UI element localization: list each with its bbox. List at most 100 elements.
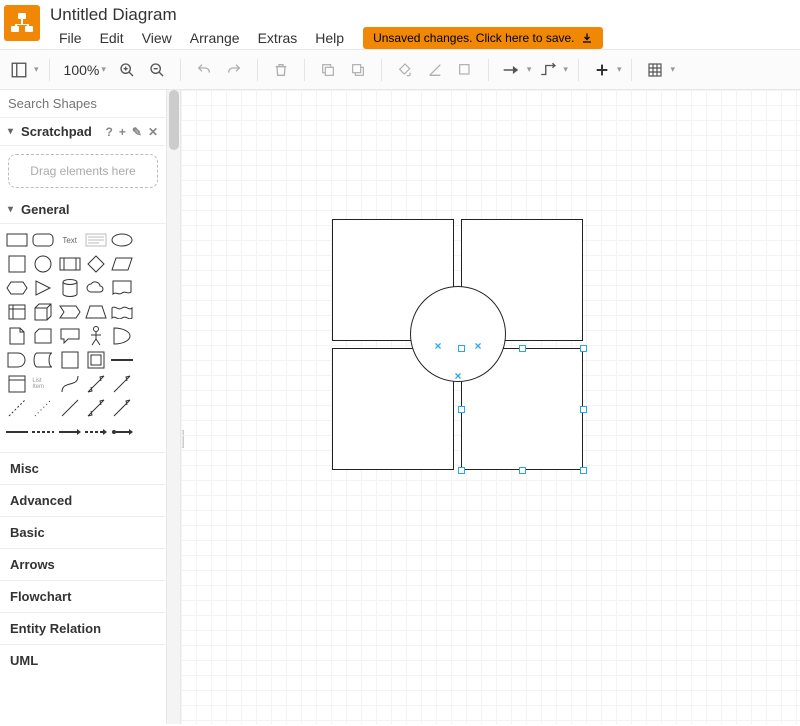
shape-container[interactable] <box>59 350 81 370</box>
shape-note[interactable] <box>6 326 28 346</box>
shape-callout[interactable] <box>59 326 81 346</box>
shape-square[interactable] <box>6 254 28 274</box>
to-back-button[interactable] <box>345 57 371 83</box>
canvas[interactable]: × × × <box>181 90 800 724</box>
shape-dotline[interactable] <box>32 398 54 418</box>
shape-hline[interactable] <box>111 350 133 370</box>
shape-internal-storage[interactable] <box>6 302 28 322</box>
selection-handle[interactable] <box>580 467 587 474</box>
general-header[interactable]: ▾ General <box>0 196 166 224</box>
shape-diamond[interactable] <box>85 254 107 274</box>
shape-datastore[interactable] <box>32 350 54 370</box>
shape-line[interactable] <box>59 398 81 418</box>
shape-triangle[interactable] <box>32 278 54 298</box>
category-flowchart[interactable]: Flowchart <box>0 580 166 612</box>
connection-button[interactable] <box>499 57 525 83</box>
shape-arrow2[interactable] <box>111 398 133 418</box>
zoom-out-button[interactable] <box>144 57 170 83</box>
selection-handle[interactable] <box>458 345 465 352</box>
shape-conn2[interactable] <box>32 422 54 442</box>
connection-point[interactable]: × <box>474 340 481 352</box>
canvas-circle[interactable] <box>410 286 506 382</box>
menu-help[interactable]: Help <box>306 27 353 49</box>
zoom-in-button[interactable] <box>114 57 140 83</box>
shape-dashline[interactable] <box>6 398 28 418</box>
connection-point[interactable]: × <box>434 340 441 352</box>
shape-cloud[interactable] <box>85 278 107 298</box>
shape-rect[interactable] <box>6 230 28 250</box>
selection-handle[interactable] <box>580 345 587 352</box>
search-input[interactable] <box>8 96 167 111</box>
shape-textbox[interactable] <box>85 230 107 250</box>
insert-button[interactable] <box>589 57 615 83</box>
shape-card[interactable] <box>32 326 54 346</box>
shape-label[interactable]: List Item <box>32 374 54 394</box>
fill-color-button[interactable] <box>392 57 418 83</box>
shape-actor[interactable] <box>85 326 107 346</box>
category-misc[interactable]: Misc <box>0 452 166 484</box>
shape-cylinder[interactable] <box>59 278 81 298</box>
menu-file[interactable]: File <box>50 27 91 49</box>
scrollbar-thumb[interactable] <box>169 90 179 150</box>
save-notice[interactable]: Unsaved changes. Click here to save. <box>363 27 602 49</box>
shape-parallelogram[interactable] <box>111 254 133 274</box>
shape-document[interactable] <box>111 278 133 298</box>
shape-tape[interactable] <box>111 302 133 322</box>
chevron-down-icon[interactable]: ▾ <box>563 64 568 75</box>
selection-handle[interactable] <box>519 345 526 352</box>
shape-hexagon[interactable] <box>6 278 28 298</box>
chevron-down-icon[interactable]: ▾ <box>34 64 39 75</box>
delete-button[interactable] <box>268 57 294 83</box>
chevron-down-icon[interactable]: ▾ <box>527 64 532 75</box>
shape-list[interactable] <box>6 374 28 394</box>
category-arrows[interactable]: Arrows <box>0 548 166 580</box>
edit-icon[interactable]: ✎ <box>132 125 142 139</box>
shadow-button[interactable] <box>452 57 478 83</box>
shape-step[interactable] <box>59 302 81 322</box>
shape-process[interactable] <box>59 254 81 274</box>
shape-conn5[interactable] <box>111 422 133 442</box>
category-basic[interactable]: Basic <box>0 516 166 548</box>
connection-point[interactable]: × <box>454 370 461 382</box>
plus-icon[interactable]: + <box>119 125 126 139</box>
scratchpad-dropzone[interactable]: Drag elements here <box>8 154 158 188</box>
shape-or[interactable] <box>111 326 133 346</box>
category-advanced[interactable]: Advanced <box>0 484 166 516</box>
shape-trapezoid[interactable] <box>85 302 107 322</box>
shape-curve[interactable] <box>59 374 81 394</box>
selection-handle[interactable] <box>580 406 587 413</box>
menu-edit[interactable]: Edit <box>91 27 133 49</box>
shape-frame[interactable] <box>85 350 107 370</box>
category-uml[interactable]: UML <box>0 644 166 676</box>
chevron-down-icon[interactable]: ▾ <box>670 64 675 75</box>
menu-arrange[interactable]: Arrange <box>181 27 249 49</box>
shape-and[interactable] <box>6 350 28 370</box>
shape-arrow[interactable] <box>111 374 133 394</box>
sidebar-scrollbar[interactable] <box>167 90 181 724</box>
shape-conn4[interactable] <box>85 422 107 442</box>
selection-handle[interactable] <box>458 467 465 474</box>
line-color-button[interactable] <box>422 57 448 83</box>
undo-button[interactable] <box>191 57 217 83</box>
menu-extras[interactable]: Extras <box>249 27 307 49</box>
selection-handle[interactable] <box>519 467 526 474</box>
shape-conn1[interactable] <box>6 422 28 442</box>
view-mode-button[interactable] <box>6 57 32 83</box>
redo-button[interactable] <box>221 57 247 83</box>
shape-text[interactable]: Text <box>59 230 81 250</box>
shape-circle[interactable] <box>32 254 54 274</box>
scratchpad-header[interactable]: ▾ Scratchpad ? + ✎ ✕ <box>0 118 166 146</box>
document-title[interactable]: Untitled Diagram <box>50 5 603 25</box>
chevron-down-icon[interactable]: ▾ <box>617 64 622 75</box>
selection-handle[interactable] <box>458 406 465 413</box>
zoom-dropdown[interactable]: 100% ▾ <box>60 62 110 78</box>
shape-roundrect[interactable] <box>32 230 54 250</box>
shape-conn3[interactable] <box>59 422 81 442</box>
category-entity-relation[interactable]: Entity Relation <box>0 612 166 644</box>
shape-ellipse[interactable] <box>111 230 133 250</box>
help-icon[interactable]: ? <box>106 125 113 139</box>
shape-biarrow2[interactable] <box>85 398 107 418</box>
to-front-button[interactable] <box>315 57 341 83</box>
close-icon[interactable]: ✕ <box>148 125 158 139</box>
table-button[interactable] <box>642 57 668 83</box>
